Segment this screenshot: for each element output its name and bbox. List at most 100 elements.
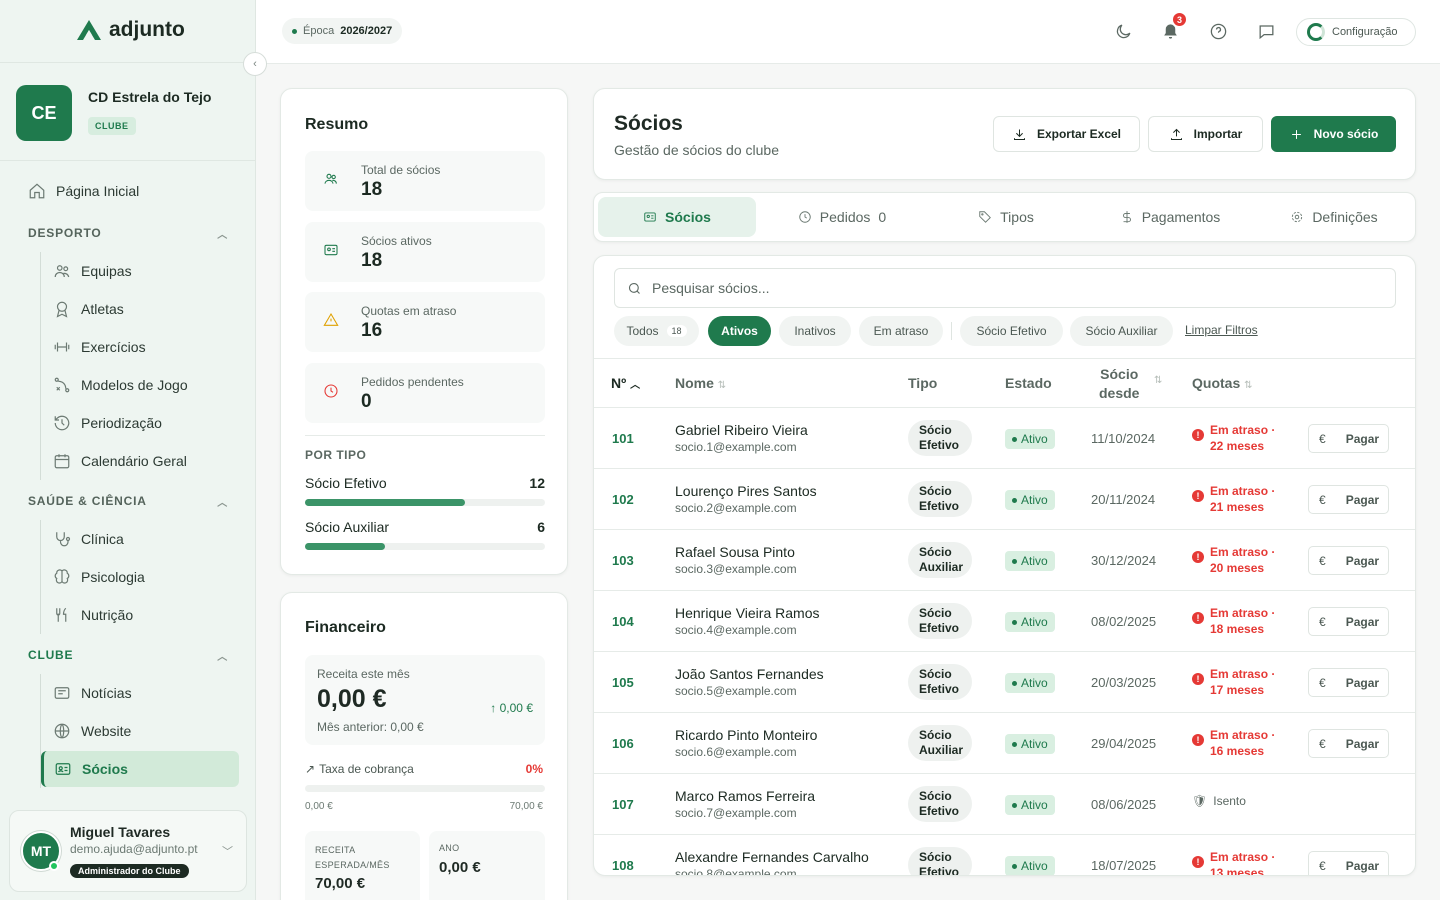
help-button[interactable] [1207,20,1229,42]
pay-button[interactable]: € Pagar [1308,546,1389,575]
col-type: Tipo [908,375,938,391]
filter-all[interactable]: Todos 18 [614,316,699,346]
col-fees[interactable]: Quotas ⇅ [1192,375,1253,391]
tab-pedidos[interactable]: Pedidos 0 [762,197,922,237]
member-type-badge: Sócio Efetivo [908,664,972,700]
table-row[interactable]: 108 Alexandre Fernandes Carvalho socio.8@e… [594,835,1415,875]
table-row[interactable]: 105 João Santos Fernandes socio.5@example.… [594,652,1415,713]
nav-item-noticias[interactable]: Notícias [53,675,132,711]
member-type-badge: Sócio Efetivo [908,603,972,639]
member-email: socio.6@example.com [675,745,797,759]
filter-active[interactable]: Ativos [708,316,771,346]
tab-definicoes[interactable]: Definições [1254,197,1414,237]
nav-item-psicologia[interactable]: Psicologia [53,559,145,595]
nav-item-equipas[interactable]: Equipas [53,253,132,289]
theme-toggle-button[interactable] [1112,20,1134,42]
filter-late[interactable]: Em atraso [859,316,943,346]
alert-triangle-icon [323,312,343,332]
nav-home[interactable]: Página Inicial [28,173,139,209]
nav-item-socios[interactable]: Sócios [41,751,239,787]
nav-item-clinica[interactable]: Clínica [53,521,124,557]
member-email: socio.5@example.com [675,684,797,698]
tabs-bar: Sócios Pedidos 0 Tipos Pagamentos Definiç… [593,192,1416,242]
member-name[interactable]: Henrique Vieira Ramos [675,605,819,621]
member-name[interactable]: Alexandre Fernandes Carvalho [675,849,869,865]
table-row[interactable]: 103 Rafael Sousa Pinto socio.3@example.com… [594,530,1415,591]
pay-button[interactable]: € Pagar [1308,668,1389,697]
id-card-icon [323,242,343,262]
member-name[interactable]: Ricardo Pinto Monteiro [675,727,817,743]
search-input[interactable]: Pesquisar sócios... [614,268,1396,308]
nav-section-clube[interactable]: CLUBE ︿ [28,648,228,663]
nav-item-modelos[interactable]: Modelos de Jogo [53,367,188,403]
chevron-up-icon: ︿ [217,230,228,241]
nav-item-atletas[interactable]: Atletas [53,291,124,327]
nav-item-label: Clínica [81,531,124,547]
nav-item-exercicios[interactable]: Exercícios [53,329,146,365]
status-dot [1012,802,1017,808]
member-type-line: Sócio [919,545,952,559]
member-name[interactable]: Lourenço Pires Santos [675,483,817,499]
member-name[interactable]: Gabriel Ribeiro Vieira [675,422,808,438]
nav-item-website[interactable]: Website [53,713,131,749]
stat-label: Total de sócios [361,163,441,177]
revenue-delta: ↑ 0,00 € [490,701,533,715]
pay-button[interactable]: € Pagar [1308,851,1389,875]
member-type-line: Sócio [919,606,952,620]
filter-type-auxiliar[interactable]: Sócio Auxiliar [1070,316,1173,346]
shield-check-icon: 🛡 [1192,794,1208,808]
page-header: Sócios Gestão de sócios do clube Exporta… [593,88,1416,180]
member-number: 104 [612,614,634,629]
app-logo[interactable]: adjunto [75,18,185,42]
configuration-button[interactable]: Configuração [1296,18,1416,46]
col-name[interactable]: Nome ⇅ [675,375,726,391]
nav-section-title: SAÚDE & CIÊNCIA [28,494,147,508]
table-row[interactable]: 106 Ricardo Pinto Monteiro socio.6@example… [594,713,1415,774]
tab-pagamentos[interactable]: Pagamentos [1090,197,1250,237]
notification-count: 3 [1171,11,1188,28]
filter-inactive[interactable]: Inativos [779,316,851,346]
col-since[interactable]: Sócio desde [1099,365,1139,403]
filter-type-efetivo[interactable]: Sócio Efetivo [960,316,1063,346]
collapse-sidebar-button[interactable]: ‹ [243,52,267,76]
user-card[interactable]: MT Miguel Tavares demo.ajuda@adjunto.pt … [9,810,247,892]
member-email: socio.4@example.com [675,623,797,637]
pay-button[interactable]: € Pagar [1308,424,1389,453]
collection-bar [305,785,545,792]
table-row[interactable]: 101 Gabriel Ribeiro Vieira socio.1@example… [594,408,1415,469]
pay-button[interactable]: € Pagar [1308,607,1389,636]
export-excel-button[interactable]: Exportar Excel [993,116,1140,152]
alert-circle-icon: ! [1192,429,1204,441]
table-row[interactable]: 102 Lourenço Pires Santos socio.2@example.… [594,469,1415,530]
messages-button[interactable] [1255,20,1277,42]
nav-item-nutricao[interactable]: Nutrição [53,597,133,633]
pay-button[interactable]: € Pagar [1308,485,1389,514]
notifications-button[interactable]: 3 [1159,11,1188,42]
new-member-button[interactable]: Novo sócio [1271,116,1396,152]
filter-label: Todos [626,324,659,338]
club-card[interactable]: CE CD Estrela do Tejo CLUBE [0,62,255,161]
tab-tipos[interactable]: Tipos [926,197,1086,237]
import-button[interactable]: Importar [1148,116,1263,152]
nav-item-calendario[interactable]: Calendário Geral [53,443,187,479]
member-name[interactable]: João Santos Fernandes [675,666,824,682]
fee-status-label: Em atraso · [1210,728,1276,742]
filter-label: Sócio Auxiliar [1085,324,1158,338]
season-selector[interactable]: Época 2026/2027 [282,18,403,44]
fee-status-months: 18 meses [1210,622,1265,636]
alert-circle-icon: ! [1192,734,1204,746]
member-name[interactable]: Rafael Sousa Pinto [675,544,795,560]
member-name[interactable]: Marco Ramos Ferreira [675,788,815,804]
euro-icon: € [1319,431,1326,446]
pay-label: Pagar [1345,736,1380,751]
col-no[interactable]: Nº ︿ [611,375,640,391]
nav-section-desporto[interactable]: DESPORTO ︿ [28,226,228,241]
table-row[interactable]: 104 Henrique Vieira Ramos socio.4@example.… [594,591,1415,652]
nav-section-saude[interactable]: SAÚDE & CIÊNCIA ︿ [28,494,228,509]
tab-socios[interactable]: Sócios [598,197,756,237]
pay-button[interactable]: € Pagar [1308,729,1389,758]
clear-filters-link[interactable]: Limpar Filtros [1185,323,1258,337]
expected-box: RECEITA ESPERADA/MÊS 70,00 € [305,831,420,900]
nav-item-periodizacao[interactable]: Periodização [53,405,162,441]
table-row[interactable]: 107 Marco Ramos Ferreira socio.7@example.c… [594,774,1415,835]
